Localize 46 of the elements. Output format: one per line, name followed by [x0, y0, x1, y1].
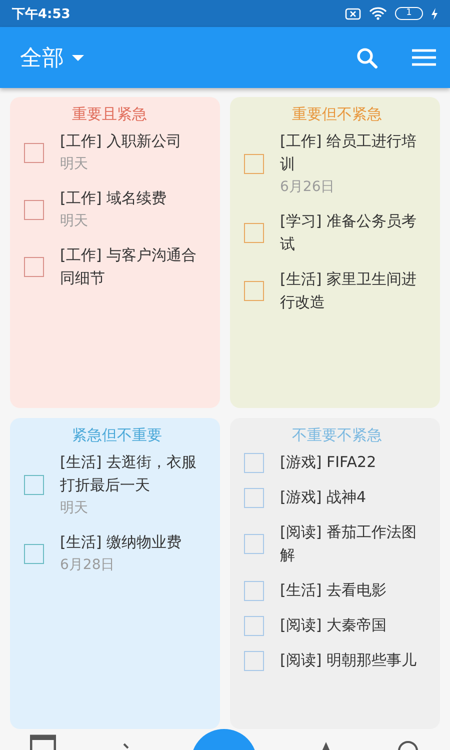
task-title[interactable]: [工作] 入职新公司	[60, 130, 200, 153]
checkbox[interactable]	[244, 154, 264, 174]
checkbox[interactable]	[244, 281, 264, 301]
checkbox[interactable]	[244, 616, 264, 636]
checkbox[interactable]	[24, 544, 44, 564]
menu-icon[interactable]	[412, 49, 436, 66]
task-title[interactable]: [生活] 家里卫生间进行改造	[280, 268, 420, 314]
checkbox[interactable]	[24, 200, 44, 220]
checkbox[interactable]	[244, 534, 264, 554]
task-title[interactable]: [学习] 准备公务员考试	[280, 210, 420, 256]
status-time: 下午4:53	[12, 6, 70, 22]
quadrant-title: 不重要不紧急	[292, 426, 383, 445]
battery-level: 1	[395, 7, 423, 20]
task-title[interactable]: [阅读] 大秦帝国	[280, 614, 420, 637]
task-title[interactable]: [工作] 给员工进行培训	[280, 130, 420, 176]
task-title[interactable]: [游戏] 战神4	[280, 486, 420, 509]
checkbox[interactable]	[244, 488, 264, 508]
task-due-date: 明天	[60, 499, 89, 518]
search-icon[interactable]	[356, 46, 378, 68]
checkbox[interactable]	[24, 257, 44, 277]
task-title[interactable]: [生活] 去看电影	[280, 579, 420, 602]
checkbox[interactable]	[244, 580, 264, 600]
quadrant-title: 紧急但不重要	[72, 426, 163, 445]
task-title[interactable]: [生活] 去逛街，衣服打折最后一天	[60, 451, 200, 497]
checkbox[interactable]	[244, 223, 264, 243]
task-due-date: 6月28日	[60, 556, 116, 575]
checkbox[interactable]	[24, 475, 44, 495]
quadrant-title: 重要且紧急	[72, 105, 148, 124]
charging-icon	[431, 8, 438, 20]
task-due-date: 明天	[60, 212, 89, 231]
task-due-date: 明天	[60, 155, 89, 174]
task-title[interactable]: [生活] 缴纳物业费	[60, 531, 200, 554]
task-title[interactable]: [游戏] FIFA22	[280, 451, 420, 474]
calendar-icon[interactable]	[30, 732, 56, 750]
task-title[interactable]: [阅读] 番茄工作法图解	[280, 521, 420, 567]
task-due-date: 6月26日	[280, 178, 336, 197]
checkbox[interactable]	[244, 650, 264, 670]
checkbox[interactable]	[244, 452, 264, 472]
wifi-icon	[369, 7, 387, 20]
dropdown-caret-icon[interactable]	[72, 54, 84, 60]
task-title[interactable]: [阅读] 明朝那些事儿	[280, 649, 420, 672]
no-sim-icon	[345, 8, 361, 20]
task-title[interactable]: [工作] 与客户沟通合同细节	[60, 244, 200, 290]
quadrant-title: 重要但不紧急	[292, 105, 383, 124]
checkbox[interactable]	[24, 142, 44, 162]
task-title[interactable]: [工作] 域名续费	[60, 187, 200, 210]
